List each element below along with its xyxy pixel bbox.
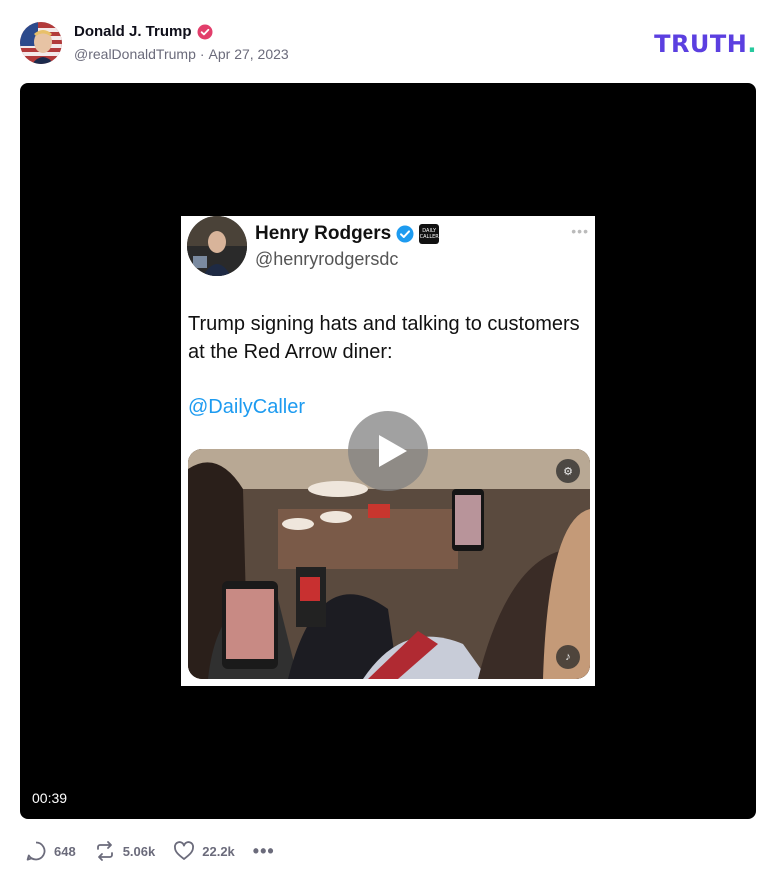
reply-count: 648 bbox=[54, 843, 76, 859]
author-avatar[interactable] bbox=[20, 22, 62, 64]
reply-button[interactable]: 648 bbox=[25, 840, 76, 862]
embedded-avatar bbox=[187, 216, 247, 276]
post-header: Donald J. Trump @realDonaldTrump · Apr 2… bbox=[20, 20, 757, 66]
retruth-icon bbox=[96, 841, 113, 861]
reply-icon bbox=[26, 841, 46, 861]
author-display-name[interactable]: Donald J. Trump bbox=[74, 23, 192, 40]
media-mute-icon: ♪ bbox=[556, 645, 580, 669]
author-name-row: Donald J. Trump bbox=[74, 23, 213, 40]
heart-icon bbox=[174, 841, 195, 860]
like-button[interactable]: 22.2k bbox=[173, 840, 235, 862]
verified-badge-icon bbox=[197, 24, 213, 40]
embedded-text: Trump signing hats and talking to custom… bbox=[188, 313, 580, 363]
truth-logo[interactable]: TRUTH. bbox=[654, 30, 757, 58]
embedded-name: Henry Rodgers bbox=[255, 223, 392, 244]
embedded-name-row: Henry Rodgers DAILY CALLER bbox=[255, 223, 440, 245]
meta-separator: · bbox=[199, 46, 205, 62]
video-duration: 00:39 bbox=[32, 790, 68, 806]
media-settings-icon: ⚙ bbox=[556, 459, 580, 483]
daily-caller-badge: DAILY CALLER bbox=[419, 224, 440, 244]
embedded-more-icon: ••• bbox=[571, 223, 589, 239]
post-actions: 648 5.06k 22.2k ••• bbox=[25, 838, 275, 864]
author-meta: @realDonaldTrump · Apr 27, 2023 bbox=[74, 46, 289, 62]
retruth-count: 5.06k bbox=[122, 843, 156, 859]
like-count: 22.2k bbox=[202, 843, 235, 859]
truth-post: Donald J. Trump @realDonaldTrump · Apr 2… bbox=[0, 0, 777, 881]
embedded-verified-icon bbox=[396, 225, 414, 243]
post-date[interactable]: Apr 27, 2023 bbox=[209, 46, 289, 62]
logo-text: TRUTH bbox=[654, 30, 748, 58]
more-icon[interactable]: ••• bbox=[253, 841, 275, 862]
embedded-mention: @DailyCaller bbox=[188, 396, 305, 418]
video-player[interactable]: Henry Rodgers DAILY CALLER @henryrodgers… bbox=[20, 83, 756, 819]
logo-dot: . bbox=[747, 30, 757, 58]
play-button[interactable] bbox=[348, 411, 428, 491]
retruth-button[interactable]: 5.06k bbox=[94, 840, 156, 862]
author-handle[interactable]: @realDonaldTrump bbox=[74, 46, 196, 62]
embedded-handle: @henryrodgersdc bbox=[255, 249, 399, 269]
